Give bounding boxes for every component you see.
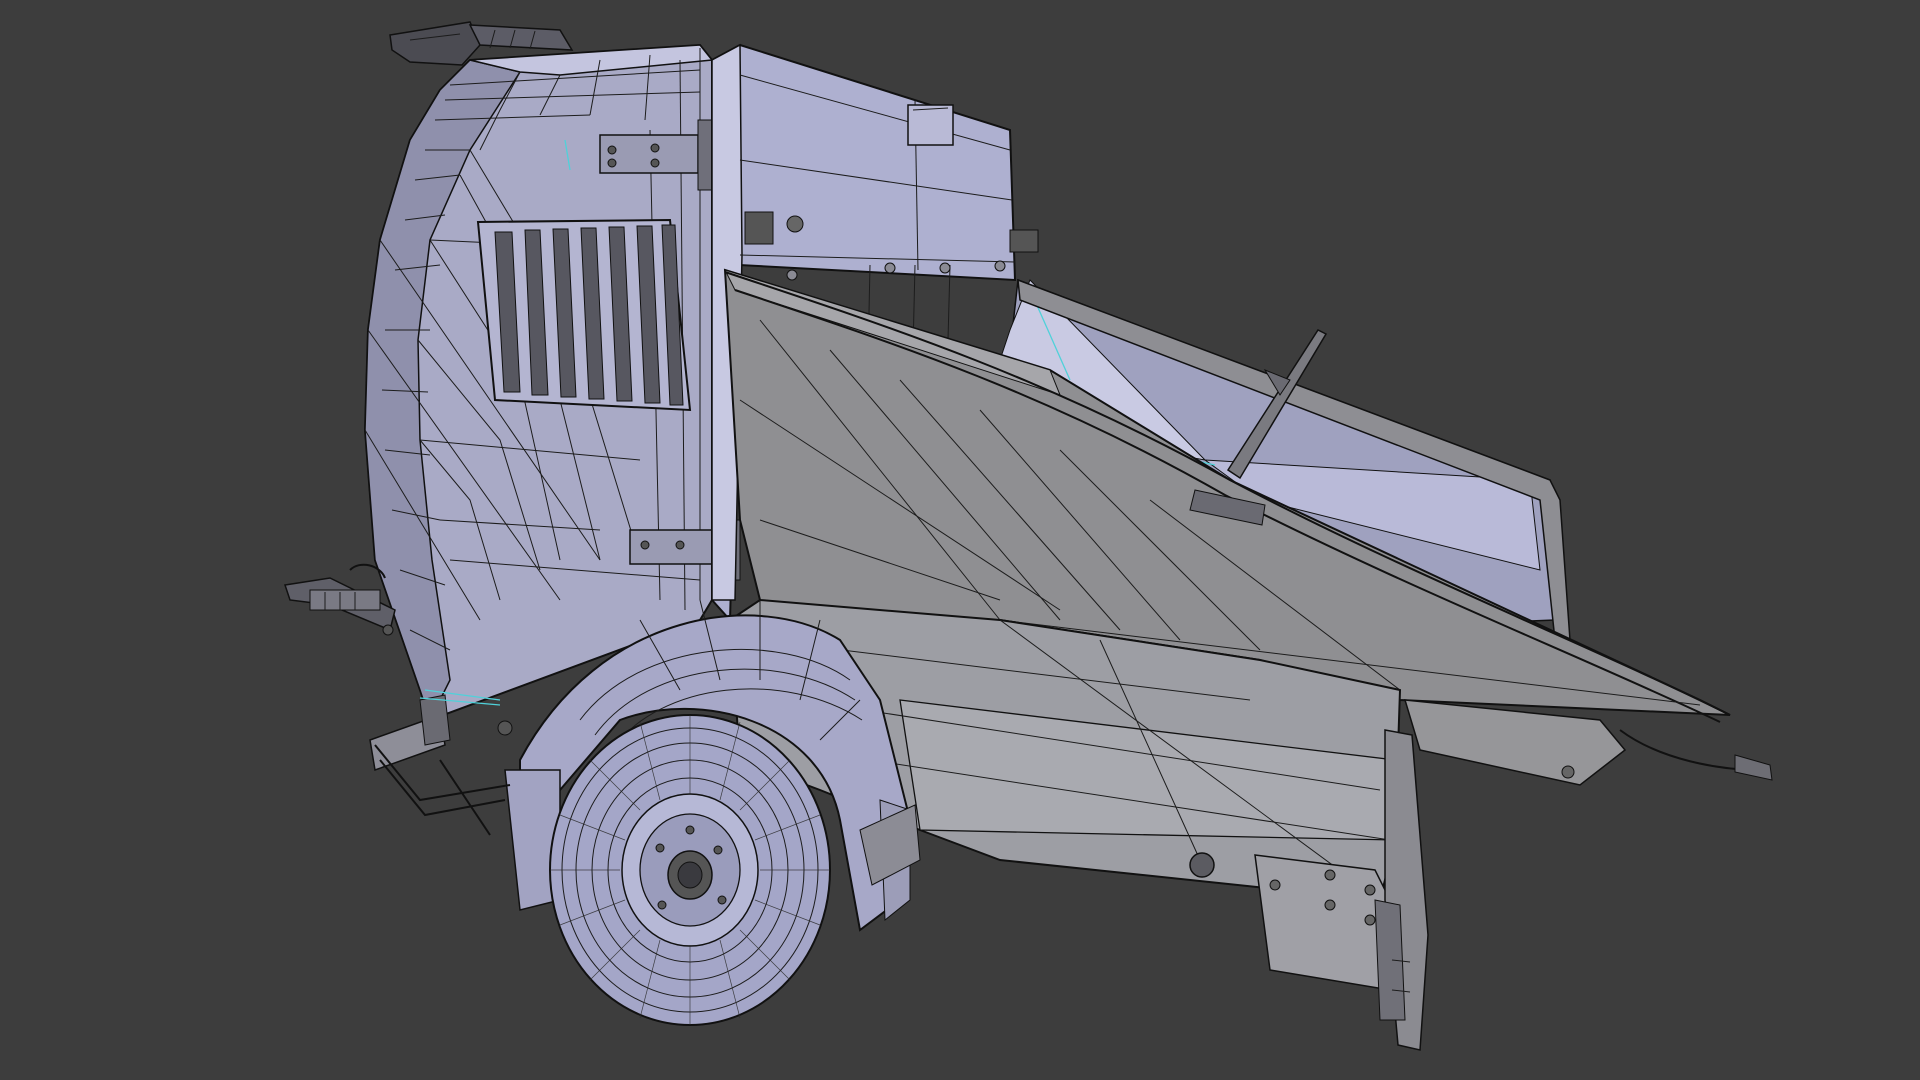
- wheel: [549, 714, 831, 1026]
- model-wireframe-render[interactable]: [0, 0, 1920, 1080]
- vent-grille: [476, 218, 692, 412]
- front-bumper: [369, 694, 513, 836]
- tow-hitch: [284, 563, 396, 636]
- 3d-viewport[interactable]: [0, 0, 1920, 1080]
